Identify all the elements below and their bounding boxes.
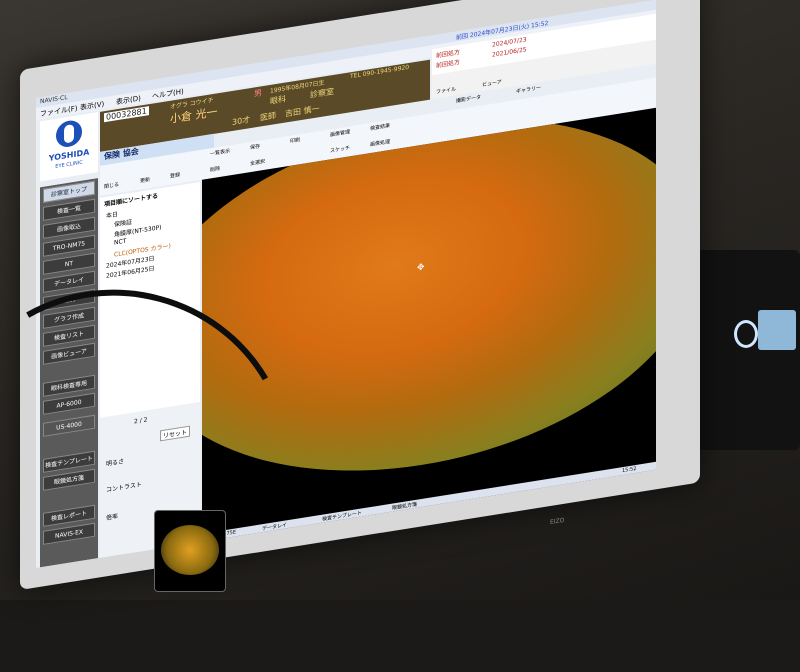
patient-id: 00032881 <box>104 106 149 123</box>
patient-room: 診察室 <box>310 86 334 100</box>
tb-image-manage[interactable]: 画像管理 <box>330 128 350 138</box>
tb-register[interactable]: 登録 <box>170 171 180 180</box>
tb-print[interactable]: 印刷 <box>290 136 300 145</box>
tb-refresh[interactable]: 更新 <box>140 176 150 185</box>
check-capture-data[interactable]: 撮影データ <box>456 94 481 105</box>
device-display <box>758 310 796 350</box>
tb-sketch[interactable]: スケッチ <box>330 144 350 154</box>
doctor-label: 医師 <box>260 110 276 123</box>
quick-viewer[interactable]: ビューア <box>482 78 502 88</box>
patient-dept: 眼科 <box>270 94 286 106</box>
tb-image-process[interactable]: 画像処理 <box>370 138 390 148</box>
quick-file[interactable]: ファイル <box>436 85 456 95</box>
tree-item-nct[interactable]: NCT <box>114 238 126 247</box>
check-gallery[interactable]: ギャラリー <box>516 84 541 95</box>
tb-close[interactable]: 閉じる <box>104 181 119 190</box>
tb-select-all[interactable]: 全選択 <box>250 158 265 167</box>
alert-line4: 2021/06/25 <box>492 46 527 59</box>
tb-results[interactable]: 検査結果 <box>370 122 390 132</box>
tb-save[interactable]: 保存 <box>250 143 260 152</box>
status-time: 15:52 <box>622 465 637 475</box>
tb-list[interactable]: 一覧表示 <box>210 147 230 157</box>
clinic-logo: YOSHIDA EYE CLINIC <box>40 112 98 182</box>
patient-age: 30才 <box>232 115 251 127</box>
patient-sex: 男 <box>254 88 262 99</box>
tb-delete[interactable]: 削除 <box>210 165 220 174</box>
cursor-icon: ✥ <box>417 262 425 274</box>
power-ring-icon <box>734 320 758 348</box>
eye-logo-icon <box>56 118 82 149</box>
doctor-name: 吉田 慎一 <box>285 104 320 119</box>
